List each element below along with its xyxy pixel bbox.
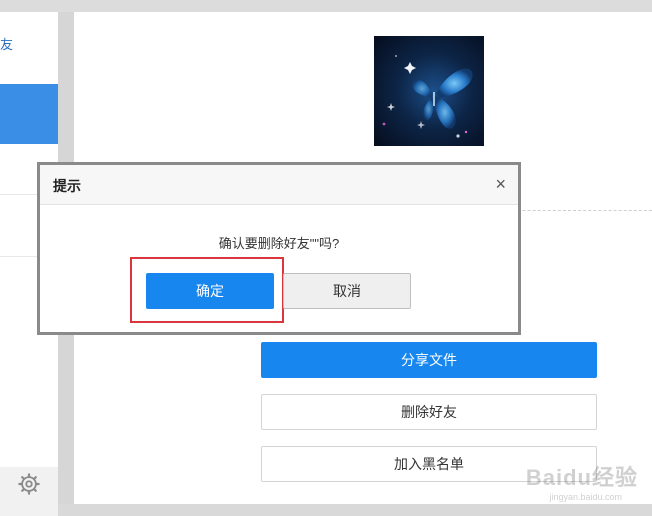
confirm-dialog: 提示 × 确认要删除好友""吗? 确定 取消 [37, 162, 521, 335]
share-file-button[interactable]: 分享文件 [261, 342, 597, 378]
watermark: Baidu经验 [525, 465, 638, 490]
sidebar-item-selected[interactable] [0, 84, 58, 144]
confirm-button[interactable]: 确定 [146, 273, 274, 309]
dialog-header: 提示 × [40, 165, 518, 205]
butterfly-icon [382, 55, 473, 138]
sidebar-item-label[interactable]: 友 [0, 34, 18, 53]
cancel-button[interactable]: 取消 [283, 273, 411, 309]
gear-icon[interactable] [18, 473, 40, 495]
top-strip [0, 0, 652, 12]
avatar [374, 36, 484, 146]
watermark-url: jingyan.baidu.com [549, 492, 622, 502]
dialog-title: 提示 [53, 178, 81, 194]
dialog-message: 确认要删除好友""吗? [218, 236, 340, 251]
close-icon[interactable]: × [495, 174, 506, 194]
delete-friend-button[interactable]: 删除好友 [261, 394, 597, 430]
